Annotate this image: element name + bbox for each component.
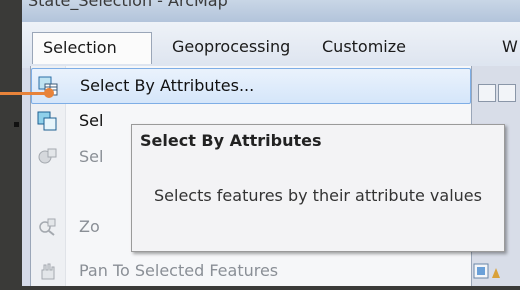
select-by-location-icon: [37, 111, 57, 131]
tooltip-title: Select By Attributes: [140, 131, 322, 150]
toolbar-button[interactable]: [498, 84, 516, 102]
menu-selection[interactable]: Selection: [32, 32, 152, 64]
menu-item-select-by-attributes[interactable]: Select By Attributes...: [31, 68, 471, 104]
window-title-bar: State_Selection - ArcMap: [22, 0, 520, 22]
menu-item-label: Select By Attributes...: [80, 76, 255, 95]
menu-item-label: Zo: [79, 217, 100, 236]
menu-item-label: Sel: [79, 147, 104, 166]
tooltip: Select By Attributes Selects features by…: [131, 124, 505, 252]
right-status-icons: [472, 262, 502, 282]
menu-customize[interactable]: Customize: [322, 32, 406, 64]
pan-to-selected-icon: [37, 261, 57, 281]
menu-windows-truncated[interactable]: W: [502, 32, 518, 64]
panel-marker: [14, 122, 19, 127]
tooltip-description: Selects features by their attribute valu…: [154, 186, 482, 205]
menu-bar: Selection Geoprocessing Customize W: [22, 22, 520, 68]
zoom-to-selected-icon: [37, 217, 57, 237]
menu-geoprocessing[interactable]: Geoprocessing: [172, 32, 290, 64]
left-panel-edge: [0, 100, 22, 140]
menu-item-label: Sel: [79, 111, 104, 130]
toolbar-button[interactable]: [478, 84, 496, 102]
window-title: State_Selection - ArcMap: [28, 0, 228, 10]
menu-item-label: Pan To Selected Features: [79, 261, 279, 280]
callout-arrow-line: [0, 92, 50, 95]
select-by-graphics-icon: [37, 147, 57, 167]
callout-arrow-dot: [44, 88, 54, 98]
menu-item-pan-to-selected[interactable]: Pan To Selected Features: [31, 254, 471, 290]
